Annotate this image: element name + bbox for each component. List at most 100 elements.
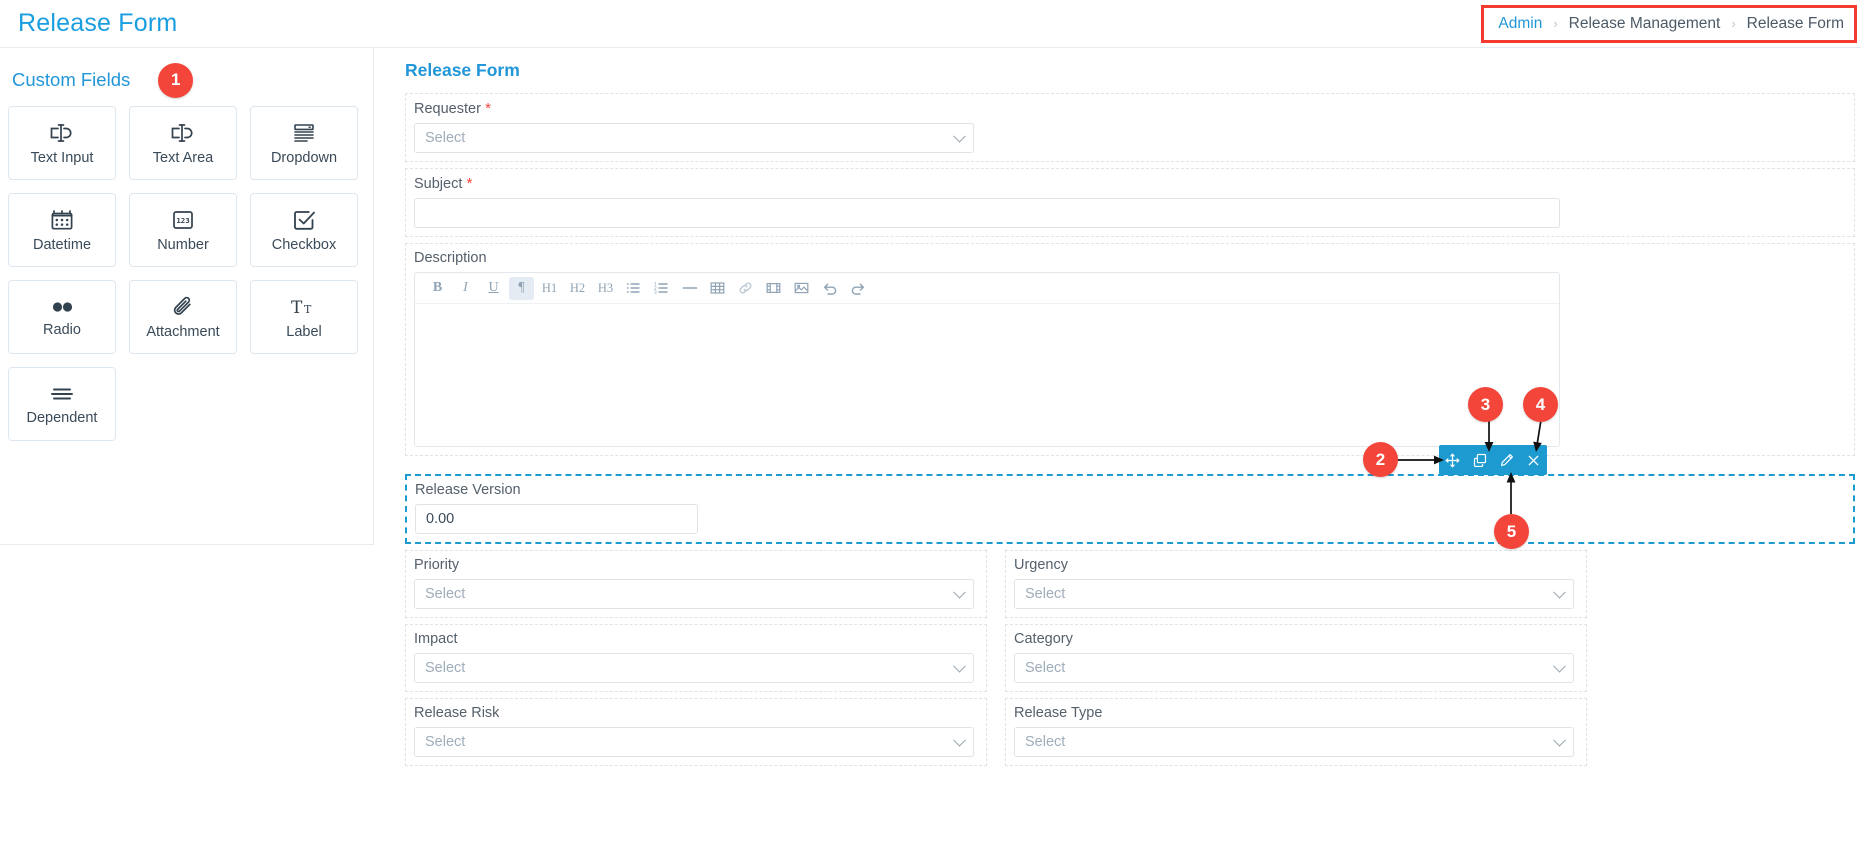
requester-placeholder: Select <box>425 130 466 146</box>
form-field-subject[interactable]: Subject * <box>405 168 1855 237</box>
bold-icon[interactable]: B <box>425 277 450 300</box>
priority-placeholder: Select <box>425 586 466 602</box>
calendar-icon <box>49 208 75 232</box>
form-field-release-version[interactable]: Release Version 0.00 <box>405 474 1855 544</box>
hamburger-lines-icon <box>48 383 76 405</box>
urgency-select[interactable]: Select <box>1014 579 1574 609</box>
video-icon[interactable] <box>761 277 786 300</box>
custom-fields-title: Custom Fields <box>12 69 131 90</box>
palette-tile-datetime[interactable]: Datetime <box>8 193 116 267</box>
annotation-arrow-4 <box>1533 419 1542 452</box>
chevron-down-icon <box>953 733 966 747</box>
underline-icon[interactable]: U <box>481 277 506 300</box>
release-version-input[interactable]: 0.00 <box>415 504 698 534</box>
palette-tile-checkbox[interactable]: Checkbox <box>250 193 358 267</box>
field-label: Description <box>414 250 487 266</box>
category-select[interactable]: Select <box>1014 653 1574 683</box>
palette-tile-text-input[interactable]: Text Input <box>8 106 116 180</box>
form-field-urgency[interactable]: Urgency Select <box>1005 550 1587 618</box>
field-label: Urgency <box>1014 557 1068 573</box>
palette-tile-label: Label <box>286 323 322 340</box>
text-input-icon <box>48 121 76 145</box>
heading-1-icon[interactable]: H1 <box>537 277 562 300</box>
svg-text:3: 3 <box>654 290 657 295</box>
paperclip-icon <box>170 295 196 319</box>
horizontal-rule-icon[interactable] <box>677 277 702 300</box>
breadcrumb-item-release-management[interactable]: Release Management <box>1569 15 1721 33</box>
palette-tile-dropdown[interactable]: Dropdown <box>250 106 358 180</box>
palette-tile-label[interactable]: T T Label <box>250 280 358 354</box>
form-field-description[interactable]: Description B I U ¶ H1 H2 H3 1 2 3 <box>405 243 1855 456</box>
table-icon[interactable] <box>705 277 730 300</box>
chevron-down-icon <box>1553 733 1566 747</box>
breadcrumb-item-release-form: Release Form <box>1746 14 1844 32</box>
palette-tile-number[interactable]: 123 Number <box>129 193 237 267</box>
subject-input[interactable] <box>414 198 1560 228</box>
form-field-release-type[interactable]: Release Type Select <box>1005 698 1587 766</box>
palette-tile-attachment[interactable]: Attachment <box>129 280 237 354</box>
palette-tile-dependent[interactable]: Dependent <box>8 367 116 441</box>
palette-tile-label: Dropdown <box>270 149 338 166</box>
numbered-list-icon[interactable]: 1 2 3 <box>649 277 674 300</box>
chevron-down-icon <box>953 659 966 673</box>
category-placeholder: Select <box>1025 660 1066 676</box>
release-form-canvas: Release Form Requester * Select Subject … <box>375 48 1861 845</box>
palette-tile-label: Dependent <box>26 409 98 426</box>
description-rich-text-editor[interactable]: B I U ¶ H1 H2 H3 1 2 3 <box>414 272 1560 447</box>
page-title: Release Form <box>18 9 178 37</box>
form-field-impact[interactable]: Impact Select <box>405 624 987 692</box>
field-label: Subject * <box>414 175 473 192</box>
impact-placeholder: Select <box>425 660 466 676</box>
urgency-placeholder: Select <box>1025 586 1066 602</box>
breadcrumb-item-admin[interactable]: Admin <box>1498 15 1542 33</box>
paragraph-icon[interactable]: ¶ <box>509 276 534 300</box>
release-type-placeholder: Select <box>1025 734 1066 750</box>
form-field-priority[interactable]: Priority Select <box>405 550 987 618</box>
heading-2-icon[interactable]: H2 <box>565 277 590 300</box>
field-label: Requester * <box>414 100 491 117</box>
heading-3-icon[interactable]: H3 <box>593 277 618 300</box>
chevron-down-icon <box>953 585 966 599</box>
chevron-down-icon <box>1553 585 1566 599</box>
svg-text:T: T <box>304 303 312 316</box>
image-icon[interactable] <box>789 277 814 300</box>
field-label: Impact <box>414 631 458 647</box>
form-field-requester[interactable]: Requester * Select <box>405 93 1855 162</box>
redo-icon[interactable] <box>845 277 870 300</box>
svg-text:T: T <box>291 298 303 318</box>
release-risk-select[interactable]: Select <box>414 727 974 757</box>
form-title: Release Form <box>405 60 520 80</box>
palette-tile-label: Text Area <box>152 149 214 166</box>
impact-select[interactable]: Select <box>414 653 974 683</box>
custom-fields-header: Custom Fields 1 <box>12 60 373 100</box>
undo-icon[interactable] <box>817 277 842 300</box>
chevron-down-icon <box>953 129 966 143</box>
palette-tile-label: Text Input <box>30 149 94 166</box>
chevron-right-icon: › <box>1731 16 1736 31</box>
field-label: Release Version <box>415 482 521 498</box>
form-field-release-risk[interactable]: Release Risk Select <box>405 698 987 766</box>
palette-tile-text-area[interactable]: Text Area <box>129 106 237 180</box>
link-icon[interactable] <box>733 277 758 300</box>
radio-icon <box>47 297 77 317</box>
annotation-badge-2: 2 <box>1363 442 1398 477</box>
form-field-category[interactable]: Category Select <box>1005 624 1587 692</box>
custom-fields-tile-grid: Text Input Text Area Dropdown Datetime 1… <box>0 100 374 441</box>
requester-select[interactable]: Select <box>414 123 974 153</box>
italic-icon[interactable]: I <box>453 277 478 300</box>
checkbox-icon <box>291 208 317 232</box>
priority-select[interactable]: Select <box>414 579 974 609</box>
release-risk-placeholder: Select <box>425 734 466 750</box>
annotation-badge-1: 1 <box>158 62 194 98</box>
palette-tile-radio[interactable]: Radio <box>8 280 116 354</box>
release-type-select[interactable]: Select <box>1014 727 1574 757</box>
bullet-list-icon[interactable] <box>621 277 646 300</box>
description-editor-body[interactable] <box>415 304 1559 446</box>
annotation-badge-4: 4 <box>1523 387 1558 422</box>
text-format-icon: T T <box>289 295 319 319</box>
annotation-arrow-3 <box>1484 420 1494 452</box>
app-header: Release Form Admin › Release Management … <box>0 0 1861 48</box>
field-label: Release Risk <box>414 705 500 721</box>
form-row-risk-type: Release Risk Select Release Type Select <box>375 692 1861 766</box>
annotation-arrow-2 <box>1397 455 1444 465</box>
